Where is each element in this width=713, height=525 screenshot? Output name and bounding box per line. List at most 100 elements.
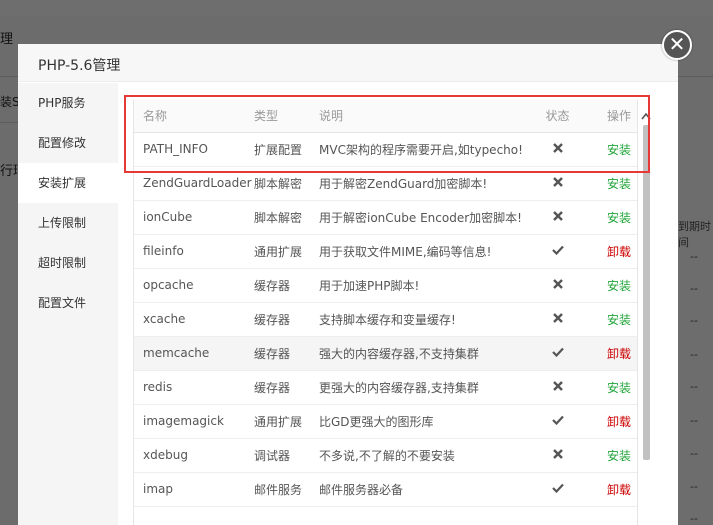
- extension-name: ionCube: [134, 200, 254, 235]
- extension-type: 调试器: [254, 438, 319, 473]
- scrollbar-thumb[interactable]: [643, 125, 650, 460]
- sidebar-item-timeout-limit[interactable]: 超时限制: [18, 243, 118, 283]
- install-button[interactable]: 安装: [607, 143, 631, 157]
- extension-status: [529, 438, 584, 473]
- extension-action-cell: 安装: [584, 132, 637, 167]
- extension-action-cell: 卸载: [584, 472, 637, 507]
- background-top-bar: [0, 0, 713, 16]
- extension-name: fileinfo: [134, 234, 254, 269]
- table-scrollbar[interactable]: [638, 100, 654, 525]
- cross-icon: [552, 142, 563, 157]
- extension-action-cell: 安装: [584, 166, 637, 201]
- extension-type: 缓存器: [254, 336, 319, 371]
- extension-type: 邮件服务: [254, 472, 319, 507]
- header-type: 类型: [254, 100, 319, 133]
- extension-name: redis: [134, 370, 254, 405]
- dialog-header: PHP-5.6管理: [18, 44, 678, 82]
- background-dash: --: [690, 250, 698, 263]
- background-dash: --: [690, 380, 698, 393]
- background-dash: --: [690, 447, 698, 460]
- extension-name: PATH_INFO: [134, 132, 254, 167]
- install-button[interactable]: 安装: [607, 279, 631, 293]
- install-button[interactable]: 安装: [607, 313, 631, 327]
- sidebar-item-php-service[interactable]: PHP服务: [18, 83, 118, 123]
- header-action: 操作: [584, 100, 637, 133]
- php-manage-dialog: PHP-5.6管理 PHP服务 配置修改 安装扩展 上传限制 超时限制 配置文件 名称 类…: [18, 44, 678, 525]
- cross-icon: [552, 176, 563, 191]
- table-row: xdebug 调试器 不多说,不了解的不要安装 安装: [134, 438, 637, 473]
- extension-name: xcache: [134, 302, 254, 337]
- extension-description: 用于加速PHP脚本!: [319, 268, 529, 303]
- check-icon: [551, 346, 564, 361]
- extension-type: 缓存器: [254, 370, 319, 405]
- sidebar-item-install-extension[interactable]: 安装扩展: [18, 163, 118, 203]
- chevron-up-icon[interactable]: [641, 110, 651, 123]
- background-title: 理: [0, 32, 14, 47]
- header-status: 状态: [529, 100, 584, 133]
- table-row: PATH_INFO 扩展配置 MVC架构的程序需要开启,如typecho! 安装: [134, 132, 637, 167]
- extension-type: 缓存器: [254, 268, 319, 303]
- extension-status: [529, 166, 584, 201]
- cross-icon: [552, 210, 563, 225]
- extension-status: [529, 336, 584, 371]
- extension-status: [529, 302, 584, 337]
- dialog-title: PHP-5.6管理: [38, 58, 121, 74]
- extension-action-cell: 安装: [584, 302, 637, 337]
- install-button[interactable]: 安装: [607, 449, 631, 463]
- install-button[interactable]: 安装: [607, 211, 631, 225]
- extension-name: imap: [134, 472, 254, 507]
- extension-description: 用于解密ionCube Encoder加密脚本!: [319, 200, 529, 235]
- extension-name: opcache: [134, 268, 254, 303]
- uninstall-button[interactable]: 卸载: [607, 415, 631, 429]
- header-name: 名称: [134, 100, 254, 133]
- cross-icon: [552, 278, 563, 293]
- sidebar-item-upload-limit[interactable]: 上传限制: [18, 203, 118, 243]
- table-row: memcache 缓存器 强大的内容缓存器,不支持集群 卸载: [134, 336, 637, 371]
- close-icon[interactable]: ✕: [662, 30, 692, 60]
- table-row: imap 邮件服务 邮件服务器必备 卸载: [134, 472, 637, 507]
- extension-action-cell: 卸载: [584, 336, 637, 371]
- extension-name: imagemagick: [134, 404, 254, 439]
- table-row: ZendGuardLoader 脚本解密 用于解密ZendGuard加密脚本! 安装: [134, 166, 637, 201]
- table-row: xcache 缓存器 支持脚本缓存和变量缓存! 安装: [134, 302, 637, 337]
- extension-description: 支持脚本缓存和变量缓存!: [319, 302, 529, 337]
- extension-action-cell: 安装: [584, 200, 637, 235]
- extension-name: memcache: [134, 336, 254, 371]
- extension-description: 用于获取文件MIME,编码等信息!: [319, 234, 529, 269]
- background-dash: --: [690, 282, 698, 295]
- uninstall-button[interactable]: 卸载: [607, 483, 631, 497]
- extension-status: [529, 268, 584, 303]
- check-icon: [551, 244, 564, 259]
- extension-name: xdebug: [134, 438, 254, 473]
- extension-status: [529, 404, 584, 439]
- sidebar-item-config-edit[interactable]: 配置修改: [18, 123, 118, 163]
- table-row: fileinfo 通用扩展 用于获取文件MIME,编码等信息! 卸载: [134, 234, 637, 269]
- install-button[interactable]: 安装: [607, 177, 631, 191]
- cross-icon: [552, 380, 563, 395]
- extension-type: 通用扩展: [254, 404, 319, 439]
- table-row: redis 缓存器 更强大的内容缓存器,支持集群 安装: [134, 370, 637, 405]
- background-column-header: 到期时间: [678, 220, 711, 249]
- extension-description: 不多说,不了解的不要安装: [319, 438, 529, 473]
- cross-icon: [552, 312, 563, 327]
- extension-description: 用于解密ZendGuard加密脚本!: [319, 166, 529, 201]
- extension-type: 扩展配置: [254, 132, 319, 167]
- extension-type: 缓存器: [254, 302, 319, 337]
- extension-action-cell: 安装: [584, 268, 637, 303]
- extension-action-cell: 安装: [584, 370, 637, 405]
- extension-action-cell: 卸载: [584, 404, 637, 439]
- extension-type: 通用扩展: [254, 234, 319, 269]
- extensions-table-body: PATH_INFO 扩展配置 MVC架构的程序需要开启,如typecho! 安装 Zen…: [134, 132, 637, 507]
- dialog-sidebar: PHP服务 配置修改 安装扩展 上传限制 超时限制 配置文件: [18, 83, 118, 525]
- extension-description: 强大的内容缓存器,不支持集群: [319, 336, 529, 371]
- background-dash: --: [690, 512, 698, 525]
- extension-status: [529, 472, 584, 507]
- uninstall-button[interactable]: 卸载: [607, 245, 631, 259]
- table-row: ionCube 脚本解密 用于解密ionCube Encoder加密脚本! 安装: [134, 200, 637, 235]
- extension-status: [529, 370, 584, 405]
- extensions-table: 名称 类型 说明 状态 操作 PATH_INFO 扩展配置 MVC架构的程序需要开启…: [134, 100, 637, 507]
- cross-icon: [552, 448, 563, 463]
- install-button[interactable]: 安装: [607, 381, 631, 395]
- uninstall-button[interactable]: 卸载: [607, 347, 631, 361]
- sidebar-item-config-file[interactable]: 配置文件: [18, 283, 118, 323]
